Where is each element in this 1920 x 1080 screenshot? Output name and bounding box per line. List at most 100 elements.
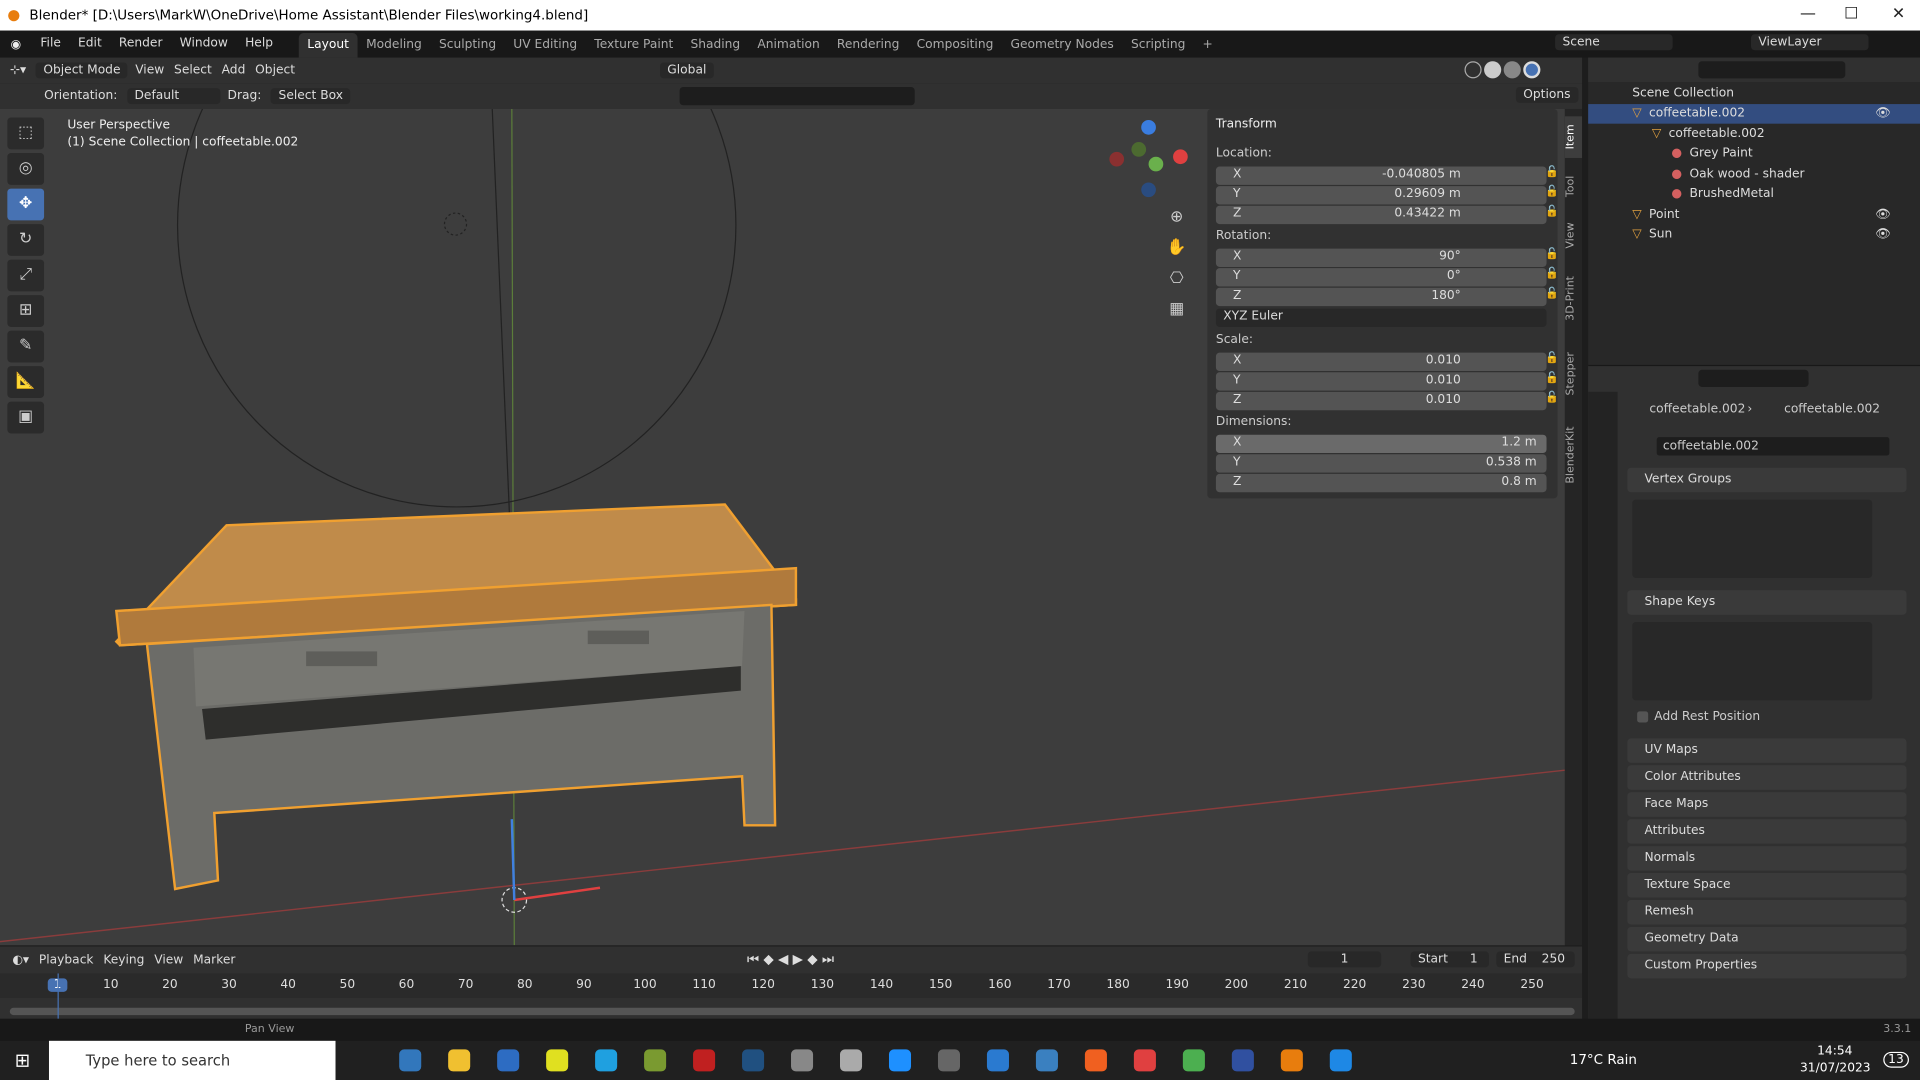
tab-modeling[interactable]: Modeling xyxy=(358,33,431,57)
rotation-mode-selector[interactable]: XYZ Euler xyxy=(1215,308,1547,327)
properties-tabs[interactable] xyxy=(1588,391,1618,1019)
properties-search-input[interactable] xyxy=(1698,369,1809,387)
taskbar-app-icon[interactable] xyxy=(791,1049,814,1072)
vertex-groups-panel[interactable]: Vertex Groups xyxy=(1627,467,1907,493)
menu-object[interactable]: Object xyxy=(255,64,295,77)
transform-orientation-selector[interactable]: Global xyxy=(659,62,714,79)
playback-controls[interactable]: ⏮ ◆ ◀ ▶ ◆ ⏭ xyxy=(747,951,834,968)
taskbar-app-icon[interactable] xyxy=(595,1049,618,1072)
camera-icon[interactable]: ⎔ xyxy=(1163,263,1190,294)
sidebar-tab-blenderkit[interactable]: BlenderKit xyxy=(1565,413,1582,499)
visibility-eye-icon[interactable]: 👁 xyxy=(1875,225,1891,245)
taskbar-search-input[interactable]: Type here to search xyxy=(48,1040,336,1080)
rotate-tool[interactable]: ↻ xyxy=(7,224,45,256)
clock-time[interactable]: 14:54 xyxy=(1817,1044,1852,1057)
orientation-selector[interactable]: Default xyxy=(127,88,221,105)
outliner-item[interactable]: ● Grey Paint xyxy=(1588,144,1920,164)
taskbar-app-icon[interactable] xyxy=(888,1049,912,1072)
panel-custom-properties[interactable]: Custom Properties xyxy=(1627,953,1907,979)
scale-y-field[interactable]: Y 0.010 🔓 xyxy=(1215,372,1559,391)
editor-type-icon[interactable]: ⊹▾ xyxy=(10,64,26,77)
notifications-badge[interactable]: 13 xyxy=(1883,1051,1909,1068)
windows-start-icon[interactable]: ⊞ xyxy=(15,1049,30,1071)
transform-tool[interactable]: ⊞ xyxy=(7,295,45,327)
add-cube-tool[interactable]: ▣ xyxy=(7,401,45,434)
mode-selector[interactable]: Object Mode xyxy=(36,62,128,79)
shape-keys-list[interactable] xyxy=(1632,622,1873,701)
move-tool[interactable]: ✥ xyxy=(7,188,45,221)
drag-selector[interactable]: Select Box xyxy=(271,88,351,105)
menu-edit[interactable]: Edit xyxy=(69,31,110,58)
annotate-tool[interactable]: ✎ xyxy=(7,330,45,363)
tab-layout[interactable]: Layout xyxy=(298,33,358,58)
tab-uv-editing[interactable]: UV Editing xyxy=(505,33,586,57)
taskbar-app-icon[interactable] xyxy=(693,1049,716,1072)
taskbar-app-icon[interactable] xyxy=(1280,1049,1303,1072)
location-y-field[interactable]: Y 0.29609 m 🔓 xyxy=(1215,186,1559,205)
timeline-menu-playback[interactable]: Playback xyxy=(39,953,94,966)
tab-sculpting[interactable]: Sculpting xyxy=(430,33,504,57)
rotation-y-field[interactable]: Y 0° 🔓 xyxy=(1215,268,1559,287)
lock-icon[interactable]: 🔓 xyxy=(1545,249,1559,261)
timeline-menu-keying[interactable]: Keying xyxy=(103,953,144,966)
taskbar-app-icon[interactable] xyxy=(448,1049,471,1072)
wireframe-shading-icon[interactable] xyxy=(1464,61,1482,79)
outliner-item[interactable]: ▽ Sun 👁 xyxy=(1588,225,1920,245)
outliner-item[interactable]: ▽ Point 👁 xyxy=(1588,205,1920,225)
taskbar-app-icon[interactable] xyxy=(1035,1049,1058,1072)
sidebar-tab-3d-print[interactable]: 3D-Print xyxy=(1565,263,1582,334)
vertex-groups-list[interactable] xyxy=(1632,499,1873,578)
sidebar-tab-item[interactable]: Item xyxy=(1564,116,1583,158)
tab-compositing[interactable]: Compositing xyxy=(908,33,1002,57)
clock-date[interactable]: 31/07/2023 xyxy=(1800,1062,1871,1075)
timeline-editor-icon[interactable]: ◐▾ xyxy=(12,953,29,966)
dimensions-x-field[interactable]: X 1.2 m xyxy=(1215,434,1547,454)
panel-texture-space[interactable]: Texture Space xyxy=(1627,873,1907,898)
panel-uv-maps[interactable]: UV Maps xyxy=(1627,738,1907,763)
grid-view-icon[interactable]: ▦ xyxy=(1163,294,1190,325)
sidebar-tab-tool[interactable]: Tool xyxy=(1565,165,1582,207)
minimize-button[interactable]: — xyxy=(1800,5,1816,23)
dimensions-z-field[interactable]: Z 0.8 m xyxy=(1215,473,1547,493)
location-x-field[interactable]: X -0.040805 m 🔓 xyxy=(1215,166,1559,185)
lock-icon[interactable]: 🔓 xyxy=(1545,372,1559,384)
lock-icon[interactable]: 🔓 xyxy=(1545,167,1559,179)
lock-icon[interactable]: 🔓 xyxy=(1545,186,1559,198)
taskbar-app-icon[interactable] xyxy=(1329,1049,1352,1072)
menu-select[interactable]: Select xyxy=(174,64,212,77)
close-button[interactable]: ✕ xyxy=(1892,5,1905,23)
current-frame-field[interactable]: 1 xyxy=(1307,951,1382,968)
panel-color-attributes[interactable]: Color Attributes xyxy=(1627,765,1907,790)
taskbar-app-icon[interactable] xyxy=(399,1049,422,1072)
visibility-eye-icon[interactable]: 👁 xyxy=(1875,104,1891,124)
add-rest-position-checkbox[interactable] xyxy=(1637,711,1649,723)
menu-add[interactable]: Add xyxy=(222,64,246,77)
taskbar-app-icon[interactable] xyxy=(1182,1049,1205,1072)
panel-face-maps[interactable]: Face Maps xyxy=(1627,792,1907,817)
tab-scripting[interactable]: Scripting xyxy=(1122,33,1194,57)
sidebar-tab-stepper[interactable]: Stepper xyxy=(1565,342,1582,406)
panel-geometry-data[interactable]: Geometry Data xyxy=(1627,926,1907,952)
taskbar-app-icon[interactable] xyxy=(986,1049,1009,1072)
visibility-eye-icon[interactable]: 👁 xyxy=(1875,205,1891,225)
tab--[interactable]: + xyxy=(1194,33,1221,57)
lock-icon[interactable]: 🔓 xyxy=(1545,206,1559,218)
menu-window[interactable]: Window xyxy=(171,31,236,58)
solid-shading-icon[interactable] xyxy=(1484,61,1502,79)
search-input[interactable] xyxy=(679,86,915,106)
taskbar-app-icon[interactable] xyxy=(644,1049,667,1072)
select-box-tool[interactable]: ⬚ xyxy=(7,117,45,150)
scene-collection-item[interactable]: Scene Collection xyxy=(1588,84,1920,104)
tab-animation[interactable]: Animation xyxy=(749,33,829,57)
lock-icon[interactable]: 🔓 xyxy=(1545,268,1559,280)
cursor-tool[interactable]: ◎ xyxy=(7,153,45,185)
tab-texture-paint[interactable]: Texture Paint xyxy=(586,33,682,57)
menu-view[interactable]: View xyxy=(135,64,164,77)
timeline-menu-view[interactable]: View xyxy=(154,953,183,966)
outliner-item[interactable]: ● Oak wood - shader xyxy=(1588,165,1920,185)
taskbar-app-icon[interactable] xyxy=(840,1049,863,1072)
maximize-button[interactable]: ☐ xyxy=(1844,5,1858,23)
shape-keys-panel[interactable]: Shape Keys xyxy=(1627,590,1907,615)
timeline-menu-marker[interactable]: Marker xyxy=(193,953,235,966)
blender-menu-icon[interactable]: ◉ xyxy=(0,37,32,50)
